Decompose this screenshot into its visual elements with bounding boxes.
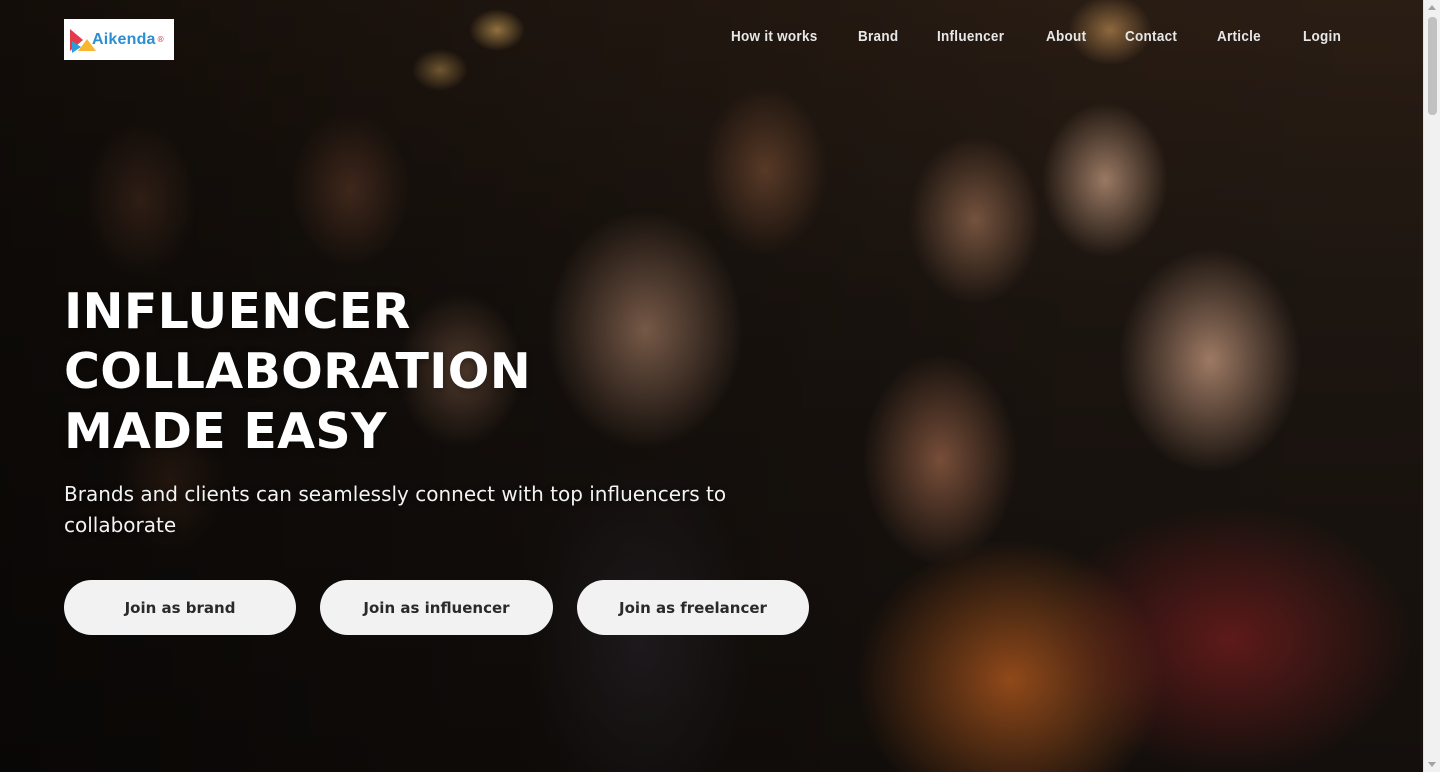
hero-headline: INFLUENCER COLLABORATION MADE EASY <box>64 282 531 462</box>
scrollbar-thumb[interactable] <box>1428 17 1437 115</box>
logo-mark-icon <box>70 27 96 53</box>
join-as-freelancer-button[interactable]: Join as freelancer <box>577 580 809 635</box>
brand-logo[interactable]: Aikenda ® <box>64 19 174 60</box>
nav-how-it-works[interactable]: How it works <box>731 28 818 45</box>
nav-contact[interactable]: Contact <box>1125 28 1177 45</box>
nav-brand[interactable]: Brand <box>858 28 898 45</box>
nav-login[interactable]: Login <box>1303 28 1341 45</box>
nav-article[interactable]: Article <box>1217 28 1261 45</box>
brand-name: Aikenda <box>92 30 156 48</box>
headline-line-1: INFLUENCER <box>64 283 411 340</box>
scroll-down-icon[interactable] <box>1428 762 1436 767</box>
nav-about[interactable]: About <box>1046 28 1086 45</box>
page-scrollbar[interactable] <box>1423 0 1440 772</box>
nav-influencer[interactable]: Influencer <box>937 28 1004 45</box>
registered-mark: ® <box>156 35 165 44</box>
scroll-up-icon[interactable] <box>1428 5 1436 10</box>
join-as-brand-button[interactable]: Join as brand <box>64 580 296 635</box>
hero-subtitle: Brands and clients can seamlessly connec… <box>64 482 727 537</box>
join-as-influencer-button[interactable]: Join as influencer <box>320 580 553 635</box>
headline-line-2: COLLABORATION <box>64 343 532 400</box>
headline-line-3: MADE EASY <box>64 403 387 460</box>
